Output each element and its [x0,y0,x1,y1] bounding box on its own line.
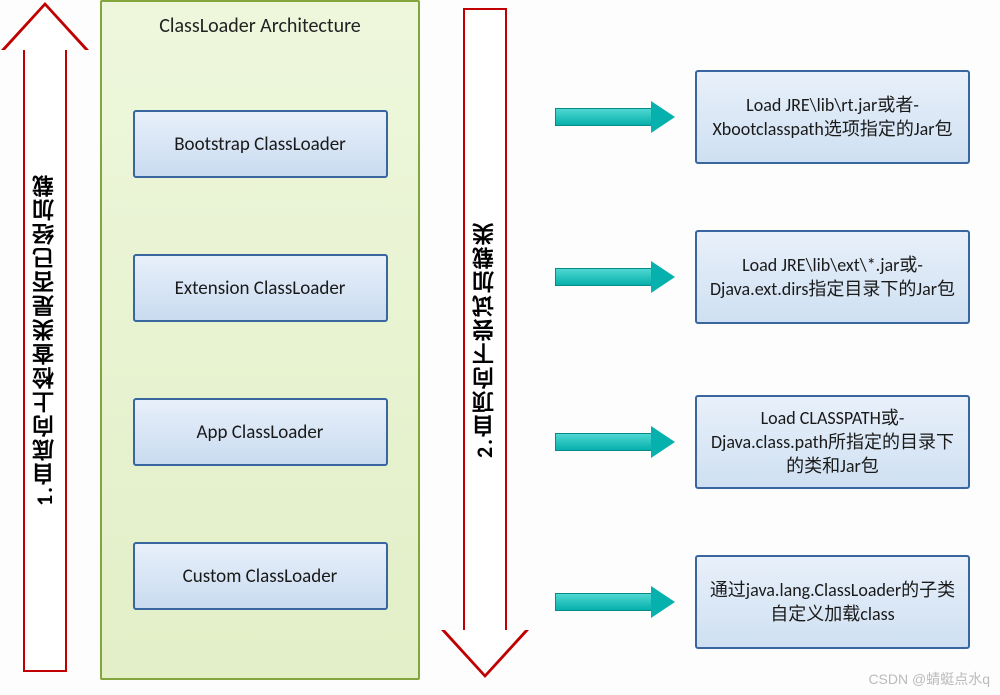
connector-arrow-icon [555,263,675,291]
desc-extension: Load JRE\lib\ext\*.jar或-Djava.ext.dirs指定… [695,230,970,324]
desc-app: Load CLASSPATH或-Djava.class.path所指定的目录下的… [695,395,970,489]
loader-app: App ClassLoader [133,398,388,466]
up-arrow-label: 1.自底向上检查类是否已经加载 [29,173,61,506]
desc-bootstrap: Load JRE\lib\rt.jar或者-Xbootclasspath选项指定… [695,70,970,164]
up-arrow: 1.自底向上检查类是否已经加载 [0,0,90,680]
watermark: CSDN @蜻蜓点水q [868,669,990,689]
architecture-container: ClassLoader Architecture Bootstrap Class… [100,0,420,680]
desc-custom: 通过java.lang.ClassLoader的子类自定义加载class [695,555,970,649]
loader-extension: Extension ClassLoader [133,254,388,322]
architecture-title: ClassLoader Architecture [102,14,418,38]
loader-custom: Custom ClassLoader [133,542,388,610]
arrow-up-icon [1,2,89,50]
down-arrow-label: 2.自顶向下尝试加载类 [469,221,501,458]
loader-bootstrap: Bootstrap ClassLoader [133,110,388,178]
arrow-down-icon [441,630,529,678]
connector-arrow-icon [555,428,675,456]
connector-arrow-icon [555,588,675,616]
loader-list: Bootstrap ClassLoader Extension ClassLoa… [102,62,418,668]
down-arrow: 2.自顶向下尝试加载类 [430,0,540,680]
connector-arrow-icon [555,103,675,131]
